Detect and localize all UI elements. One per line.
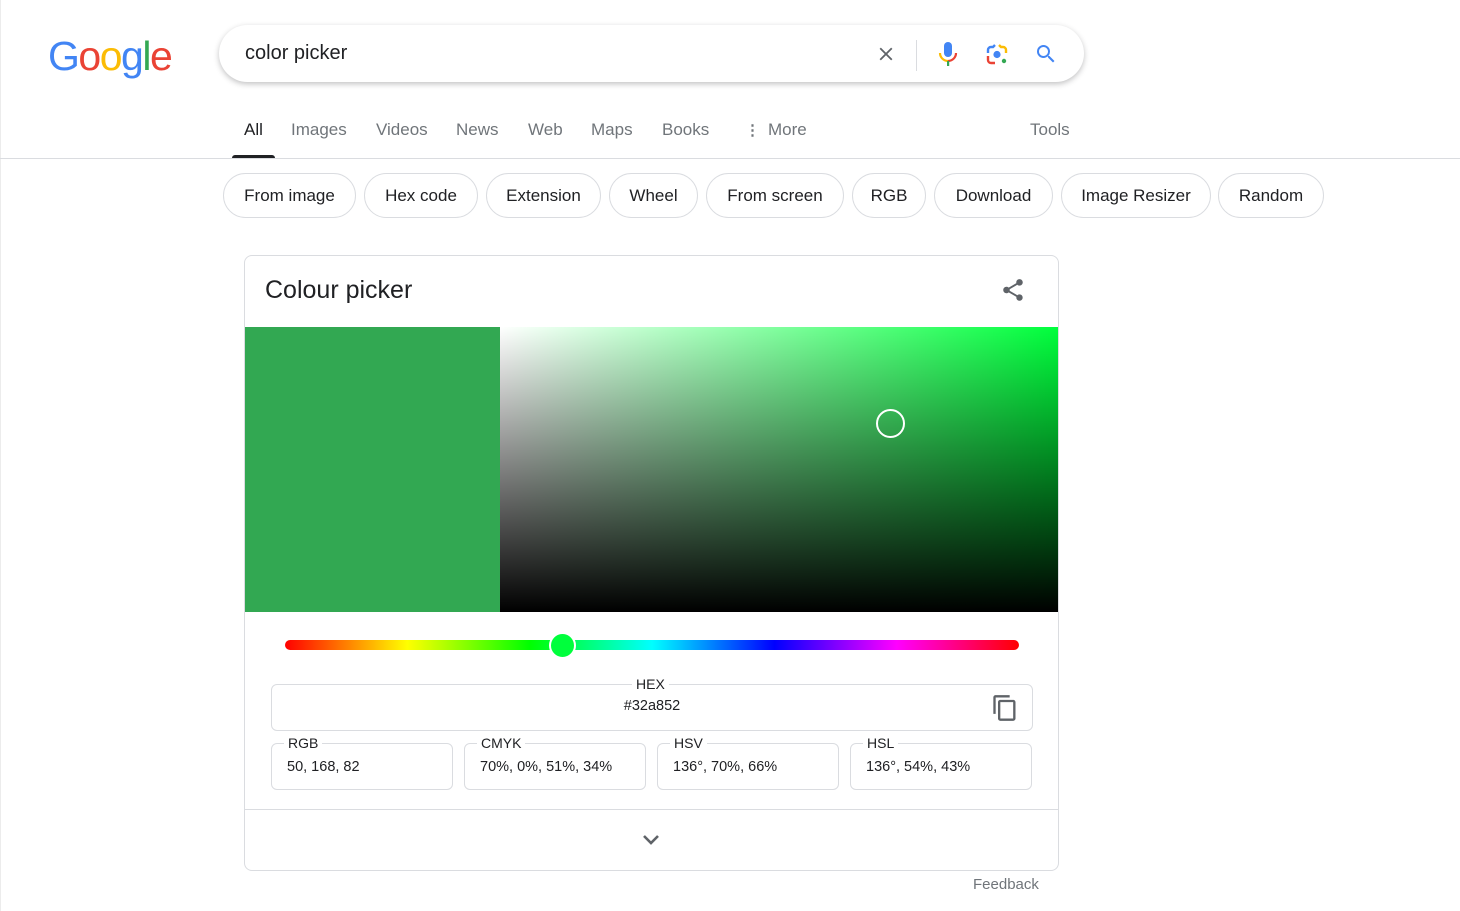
hex-field: HEX [271, 676, 1033, 731]
camera-lens-icon [986, 44, 1008, 65]
vertical-dots-icon: ⋮ [745, 122, 760, 139]
logo-letter: l [142, 33, 151, 79]
chip-label: From image [244, 185, 335, 205]
hsv-label: HSV [670, 735, 707, 751]
search-divider [916, 40, 917, 71]
chip-from-image[interactable]: From image [223, 173, 356, 218]
hex-label: HEX [632, 676, 669, 692]
share-icon [1003, 279, 1023, 301]
tab-images[interactable]: Images [291, 120, 347, 158]
logo-letter: G [48, 33, 80, 79]
card-divider [245, 809, 1058, 810]
chip-label: From screen [727, 185, 823, 205]
selected-color-swatch [245, 327, 500, 612]
chip-hex-code[interactable]: Hex code [364, 173, 478, 218]
tab-label: More [768, 120, 807, 139]
chip-image-resizer[interactable]: Image Resizer [1061, 173, 1211, 218]
tab-videos[interactable]: Videos [376, 120, 428, 158]
microphone-icon [938, 42, 958, 66]
hsv-input[interactable] [673, 759, 833, 775]
chip-label: Random [1238, 185, 1304, 205]
hue-slider[interactable] [285, 632, 1019, 659]
chip-extension[interactable]: Extension [486, 173, 601, 218]
chip-random[interactable]: Random [1218, 173, 1324, 218]
rgb-label: RGB [284, 735, 323, 751]
expand-button[interactable] [637, 830, 665, 850]
hsl-field: HSL [850, 735, 1032, 790]
tab-label: Videos [376, 120, 428, 139]
lens-search-button[interactable] [980, 37, 1014, 71]
tools-label: Tools [1030, 120, 1070, 139]
tab-news[interactable]: News [456, 120, 499, 158]
chip-rgb[interactable]: RGB [852, 173, 926, 218]
hsl-label: HSL [863, 735, 899, 751]
hsv-field: HSV [657, 735, 839, 790]
clear-search-button[interactable] [869, 37, 903, 71]
tab-label: Images [291, 120, 347, 139]
search-tabs: All Images Videos News Web Maps Books ⋮ M… [0, 108, 1460, 159]
copy-icon [993, 695, 1016, 721]
tab-label: Web [528, 120, 563, 139]
search-submit-button[interactable] [1029, 37, 1063, 71]
chip-label: Download [955, 185, 1032, 205]
cmyk-label: CMYK [477, 735, 526, 751]
logo-letter: o [78, 33, 101, 79]
chip-label: Extension [506, 185, 581, 205]
chip-label: Hex code [385, 185, 457, 205]
rgb-input[interactable] [287, 759, 447, 775]
search-input[interactable] [245, 41, 845, 65]
colour-picker-card: Colour picker HEX RGB CMYK HSV HSL [244, 255, 1059, 871]
chip-label: RGB [870, 185, 908, 205]
tab-all[interactable]: All [232, 120, 275, 158]
voice-search-button[interactable] [931, 37, 965, 71]
rgb-field: RGB [271, 735, 453, 790]
sv-black-gradient [500, 327, 1058, 612]
hue-slider-thumb[interactable] [548, 632, 576, 659]
chevron-down-icon [643, 835, 659, 845]
tools-button[interactable]: Tools [1030, 120, 1070, 158]
logo-letter: o [99, 33, 123, 79]
share-button[interactable] [997, 274, 1029, 306]
cmyk-input[interactable] [480, 759, 640, 775]
google-logo[interactable]: Google [48, 33, 173, 80]
cmyk-field: CMYK [464, 735, 646, 790]
tab-maps[interactable]: Maps [591, 120, 633, 158]
hsl-input[interactable] [866, 759, 1026, 775]
chip-wheel[interactable]: Wheel [609, 173, 698, 218]
logo-letter: e [149, 33, 173, 79]
chip-from-screen[interactable]: From screen [706, 173, 844, 218]
copy-hex-button[interactable] [991, 694, 1019, 722]
search-box [219, 25, 1084, 82]
card-title: Colour picker [265, 276, 413, 304]
tab-label: All [244, 120, 263, 139]
logo-letter: g [121, 33, 144, 79]
hex-input[interactable] [272, 698, 1032, 714]
close-icon [879, 47, 893, 61]
tab-label: Books [662, 120, 710, 139]
tab-more[interactable]: ⋮ More [745, 120, 807, 158]
feedback-link[interactable]: Feedback [973, 876, 1039, 893]
chip-download[interactable]: Download [934, 173, 1053, 218]
tab-web[interactable]: Web [528, 120, 563, 158]
tab-label: Maps [591, 120, 633, 139]
saturation-value-picker[interactable] [500, 327, 1058, 612]
tab-label: News [456, 120, 499, 139]
search-icon [1037, 45, 1055, 63]
tab-books[interactable]: Books [662, 120, 709, 158]
chip-label: Image Resizer [1081, 185, 1191, 205]
chip-label: Wheel [629, 185, 678, 205]
